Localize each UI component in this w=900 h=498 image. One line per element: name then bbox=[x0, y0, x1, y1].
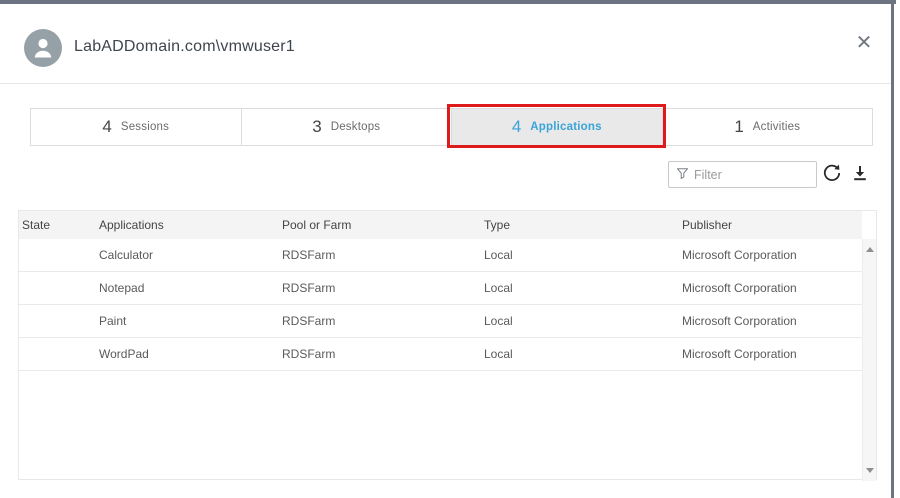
cell-application: Notepad bbox=[96, 281, 279, 295]
tab-desktops[interactable]: 3 Desktops bbox=[242, 109, 453, 145]
cell-pool-or-farm: RDSFarm bbox=[279, 314, 481, 328]
scroll-up-icon[interactable] bbox=[866, 247, 874, 252]
funnel-icon bbox=[677, 166, 688, 184]
table-header-row: State Applications Pool or Farm Type Pub… bbox=[19, 211, 862, 239]
tab-applications-label: Applications bbox=[530, 121, 601, 133]
tab-activities-count: 1 bbox=[734, 117, 743, 137]
close-icon[interactable]: ✕ bbox=[848, 26, 880, 58]
cell-publisher: Microsoft Corporation bbox=[679, 281, 862, 295]
page-title: LabADDomain.com\vmwuser1 bbox=[74, 38, 295, 56]
column-header-type: Type bbox=[481, 218, 679, 232]
filter-field bbox=[668, 161, 817, 188]
cell-pool-or-farm: RDSFarm bbox=[279, 281, 481, 295]
cell-application: WordPad bbox=[96, 347, 279, 361]
cell-type: Local bbox=[481, 281, 679, 295]
cell-publisher: Microsoft Corporation bbox=[679, 347, 862, 361]
tab-sessions-label: Sessions bbox=[121, 121, 169, 133]
tab-activities-label: Activities bbox=[753, 121, 800, 133]
tab-desktops-count: 3 bbox=[312, 117, 321, 137]
table-row[interactable]: Notepad RDSFarm Local Microsoft Corporat… bbox=[19, 272, 862, 305]
tab-desktops-label: Desktops bbox=[331, 121, 381, 133]
tab-applications-count: 4 bbox=[512, 117, 521, 137]
tab-activities[interactable]: 1 Activities bbox=[663, 109, 873, 145]
table-row[interactable]: Paint RDSFarm Local Microsoft Corporatio… bbox=[19, 305, 862, 338]
cell-application: Paint bbox=[96, 314, 279, 328]
tab-applications[interactable]: 4 Applications bbox=[452, 109, 663, 145]
download-icon[interactable] bbox=[849, 163, 871, 185]
cell-application: Calculator bbox=[96, 248, 279, 262]
column-header-state: State bbox=[19, 218, 96, 232]
cell-type: Local bbox=[481, 248, 679, 262]
cell-type: Local bbox=[481, 347, 679, 361]
cell-publisher: Microsoft Corporation bbox=[679, 248, 862, 262]
column-header-applications: Applications bbox=[96, 218, 279, 232]
refresh-icon[interactable] bbox=[821, 163, 843, 185]
cell-type: Local bbox=[481, 314, 679, 328]
window-border-right bbox=[891, 0, 894, 498]
column-header-pool-or-farm: Pool or Farm bbox=[279, 218, 481, 232]
tab-bar: 4 Sessions 3 Desktops 4 Applications 1 A… bbox=[30, 108, 873, 146]
table-row[interactable]: WordPad RDSFarm Local Microsoft Corporat… bbox=[19, 338, 862, 371]
modal-header: LabADDomain.com\vmwuser1 ✕ bbox=[0, 4, 891, 84]
column-header-publisher: Publisher bbox=[679, 218, 862, 232]
user-avatar-icon bbox=[24, 29, 62, 67]
table-row[interactable]: Calculator RDSFarm Local Microsoft Corpo… bbox=[19, 239, 862, 272]
cell-publisher: Microsoft Corporation bbox=[679, 314, 862, 328]
tab-sessions[interactable]: 4 Sessions bbox=[31, 109, 242, 145]
applications-table: State Applications Pool or Farm Type Pub… bbox=[18, 210, 877, 480]
cell-pool-or-farm: RDSFarm bbox=[279, 347, 481, 361]
cell-pool-or-farm: RDSFarm bbox=[279, 248, 481, 262]
scroll-down-icon[interactable] bbox=[866, 468, 874, 473]
filter-input[interactable] bbox=[694, 162, 816, 187]
tab-sessions-count: 4 bbox=[102, 117, 111, 137]
table-scrollbar[interactable] bbox=[862, 239, 876, 481]
